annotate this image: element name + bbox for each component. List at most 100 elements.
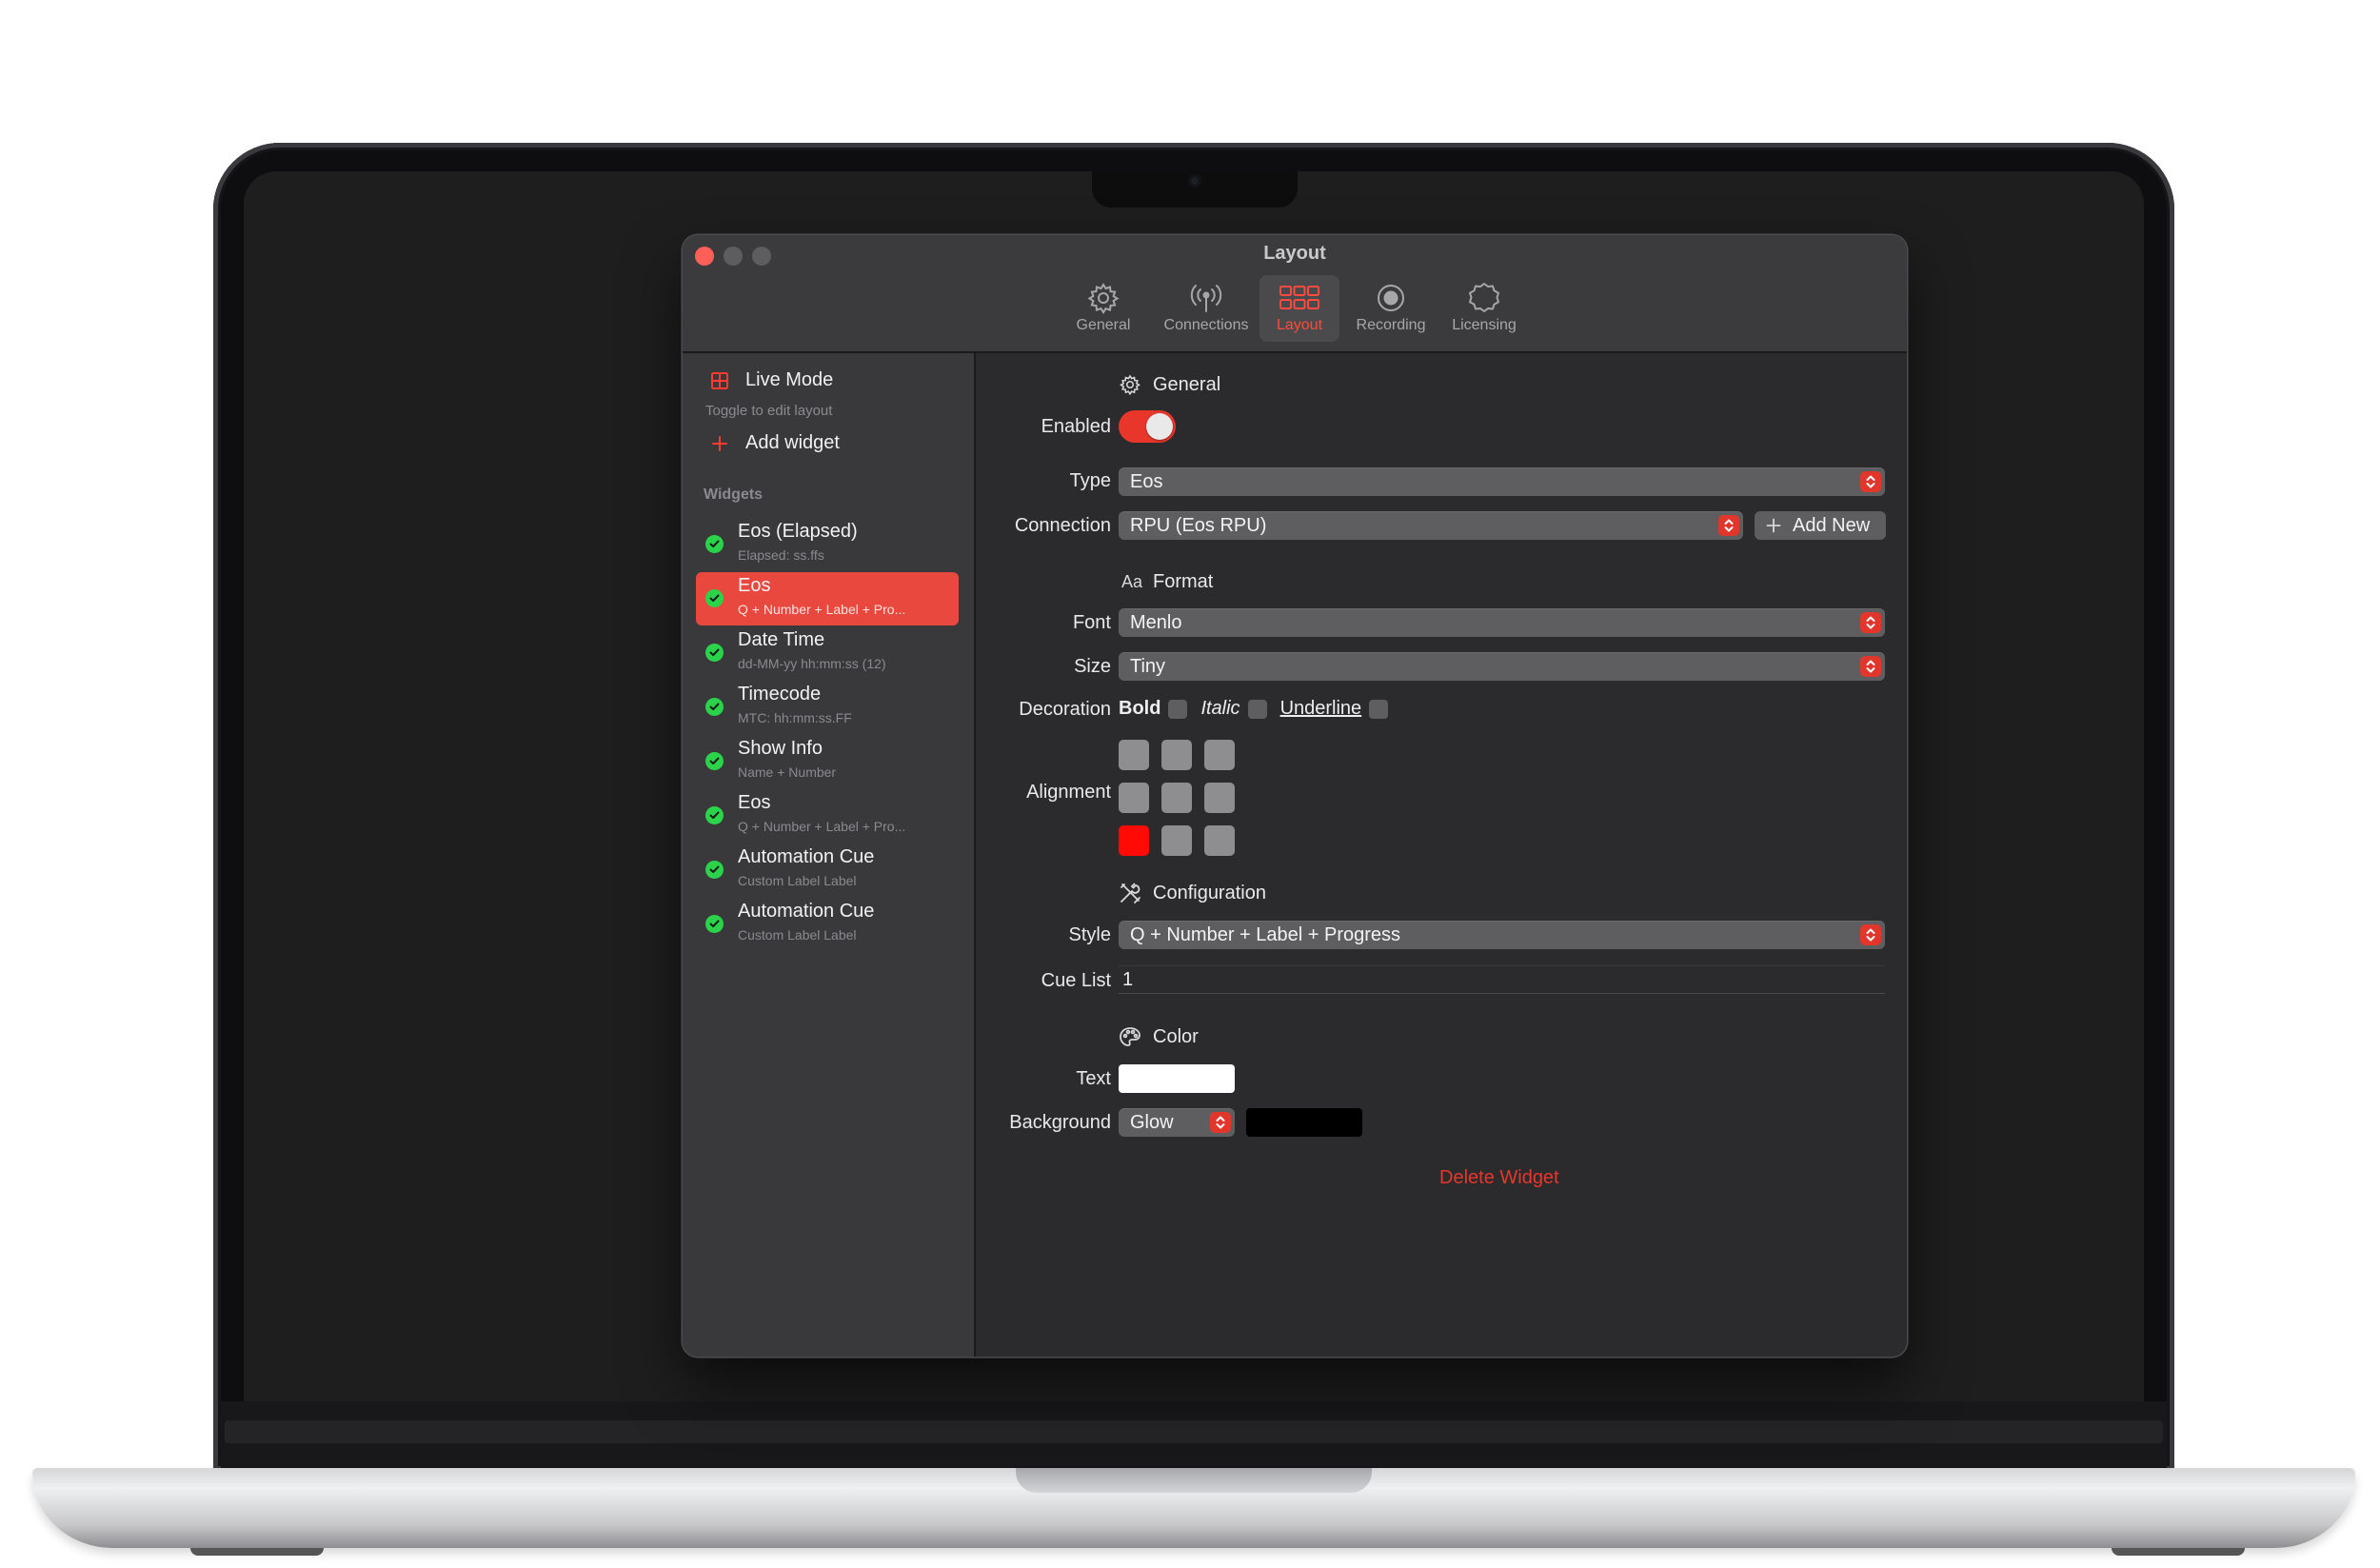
laptop-foot-left [190,1548,324,1556]
tab-recording-label: Recording [1356,317,1426,333]
configuration-section-heading: Configuration [1119,882,1266,904]
record-icon [1375,279,1407,317]
connection-select[interactable]: RPU (Eos RPU) [1119,511,1743,540]
background-mode-value: Glow [1130,1112,1174,1133]
tab-layout-label: Layout [1276,317,1323,333]
align-middle-center[interactable] [1161,783,1192,813]
tab-recording[interactable]: Recording [1345,275,1437,342]
decoration-label: Decoration [1019,699,1111,720]
general-heading-label: General [1153,373,1221,395]
font-label: Font [1072,612,1111,633]
alignment-label: Alignment [1026,782,1111,803]
checkmark-circle-icon [705,806,724,824]
tab-general-label: General [1076,317,1131,333]
align-middle-left[interactable] [1119,783,1149,813]
checkmark-circle-icon [705,644,724,662]
font-select-value: Menlo [1130,612,1182,633]
laptop-bottom-bezel [221,1401,2167,1470]
size-label: Size [1074,656,1111,677]
settings-window: Layout General Connections Layout Record… [683,235,1907,1357]
widget-title: Timecode [738,684,822,705]
gear-icon [1087,279,1120,317]
widget-title: Eos [738,575,771,596]
enabled-switch[interactable] [1119,410,1176,443]
align-middle-right[interactable] [1204,783,1235,813]
underline-label: Underline [1279,698,1362,719]
widget-list-item[interactable]: Date Time dd-MM-yy hh:mm:ss (12) [696,626,959,680]
gear-icon [1119,373,1141,396]
general-section-heading: General [1119,373,1220,396]
widget-list-item[interactable]: Eos Q + Number + Label + Pro... [696,572,959,625]
align-top-right[interactable] [1204,740,1235,770]
align-top-center[interactable] [1161,740,1192,770]
decoration-options: Bold Italic Underline [1119,698,1401,720]
plus-icon [1766,518,1781,533]
widget-title: Eos (Elapsed) [738,521,858,542]
enabled-label: Enabled [1041,416,1111,437]
align-bottom-right[interactable] [1204,825,1235,856]
widget-list-item[interactable]: Show Info Name + Number [696,735,959,788]
live-mode-toggle[interactable]: Live Mode [709,369,833,391]
widget-title: Show Info [738,738,823,759]
text-format-icon: Aa [1121,571,1143,591]
camera-icon [1188,174,1201,188]
antenna-icon [1189,279,1223,317]
plus-icon [709,433,730,454]
sidebar: Live Mode Toggle to edit layout Add widg… [683,353,976,1357]
widget-subtitle: Q + Number + Label + Pro... [738,602,906,617]
text-color-well[interactable] [1119,1064,1235,1093]
widget-subtitle: Name + Number [738,764,837,780]
widget-list-item[interactable]: Timecode MTC: hh:mm:ss.FF [696,681,959,734]
badge-icon [1467,279,1501,317]
widget-list-item[interactable]: Automation Cue Custom Label Label [696,898,959,951]
widget-title: Automation Cue [738,901,875,922]
text-color-label: Text [1076,1068,1111,1089]
widget-subtitle: MTC: hh:mm:ss.FF [738,710,852,725]
type-select[interactable]: Eos [1119,467,1885,496]
tools-icon [1119,882,1141,904]
bold-label: Bold [1119,698,1161,719]
tab-layout[interactable]: Layout [1259,275,1339,342]
align-bottom-center[interactable] [1161,825,1192,856]
size-select-value: Tiny [1130,656,1166,677]
cue-list-input[interactable]: 1 [1119,965,1885,994]
tab-general[interactable]: General [1063,275,1143,342]
widget-list-item[interactable]: Eos (Elapsed) Elapsed: ss.ffs [696,518,959,571]
background-label: Background [1009,1112,1111,1133]
add-new-connection-button[interactable]: Add New [1755,511,1886,540]
color-heading-label: Color [1153,1025,1199,1047]
laptop-opening-groove [1016,1468,1372,1493]
tab-licensing-label: Licensing [1452,317,1517,333]
checkmark-circle-icon [705,589,724,607]
palette-icon [1119,1025,1141,1048]
widget-subtitle: dd-MM-yy hh:mm:ss (12) [738,656,886,671]
widget-list-item[interactable]: Eos Q + Number + Label + Pro... [696,789,959,843]
grid-icon [1279,279,1320,317]
background-mode-select[interactable]: Glow [1119,1108,1235,1137]
format-section-heading: Aa Format [1119,570,1213,593]
italic-checkbox[interactable] [1247,699,1267,719]
widget-subtitle: Custom Label Label [738,927,857,943]
background-color-well[interactable] [1246,1108,1362,1137]
tab-connections[interactable]: Connections [1149,275,1263,342]
widget-list-item[interactable]: Automation Cue Custom Label Label [696,844,959,897]
underline-checkbox[interactable] [1369,699,1389,719]
font-select[interactable]: Menlo [1119,608,1885,637]
layout-grid-icon [709,370,730,391]
widget-subtitle: Elapsed: ss.ffs [738,547,824,563]
style-select[interactable]: Q + Number + Label + Progress [1119,921,1885,949]
cue-list-label: Cue List [1041,970,1111,991]
size-select[interactable]: Tiny [1119,652,1885,681]
add-widget-button[interactable]: Add widget [709,432,840,454]
align-bottom-left[interactable] [1119,825,1149,856]
preferences-toolbar: General Connections Layout Recording Lic… [683,275,1907,344]
window-title: Layout [1263,243,1326,264]
style-label: Style [1068,924,1111,945]
checkmark-circle-icon [705,535,724,553]
tab-licensing[interactable]: Licensing [1440,275,1528,342]
delete-widget-button[interactable]: Delete Widget [1439,1167,1559,1189]
bold-checkbox[interactable] [1168,699,1188,719]
align-top-left[interactable] [1119,740,1149,770]
connection-label: Connection [1014,515,1111,536]
switch-knob [1146,413,1173,440]
